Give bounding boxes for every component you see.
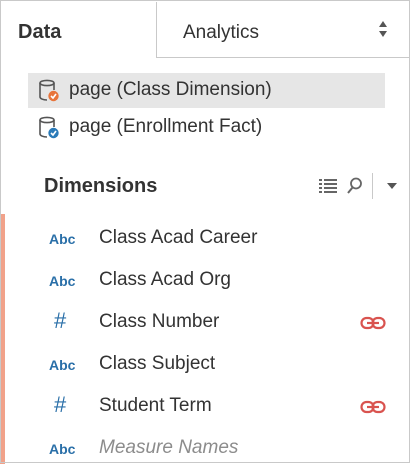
string-type-icon: Abc bbox=[49, 231, 76, 247]
datasource-class-dimension[interactable]: page (Class Dimension) bbox=[28, 73, 385, 108]
field-student-term[interactable]: # Student Term bbox=[5, 385, 405, 427]
search-icon[interactable] bbox=[346, 176, 364, 196]
field-label: Class Acad Career bbox=[99, 227, 258, 248]
number-type-icon: # bbox=[54, 308, 67, 333]
tab-analytics[interactable]: Analytics bbox=[157, 2, 409, 58]
tab-data[interactable]: Data bbox=[2, 2, 157, 58]
dimensions-title: Dimensions bbox=[44, 175, 158, 197]
database-icon bbox=[39, 116, 59, 139]
field-label: Class Acad Org bbox=[99, 269, 231, 290]
field-label: Class Subject bbox=[99, 353, 216, 374]
field-label: Class Number bbox=[99, 311, 220, 332]
link-icon bbox=[360, 316, 386, 330]
number-type-icon: # bbox=[54, 392, 67, 417]
datasource-label: page (Class Dimension) bbox=[69, 79, 272, 100]
string-type-icon: Abc bbox=[49, 357, 76, 373]
database-icon bbox=[39, 79, 59, 102]
field-class-acad-career[interactable]: Abc Class Acad Career bbox=[5, 217, 405, 259]
tab-data-label: Data bbox=[18, 21, 62, 43]
field-class-subject[interactable]: Abc Class Subject bbox=[5, 343, 405, 385]
list-view-icon[interactable] bbox=[318, 178, 338, 194]
string-type-icon: Abc bbox=[49, 273, 76, 289]
pane-tab-bar: Data Analytics bbox=[0, 0, 411, 58]
datasource-label: page (Enrollment Fact) bbox=[69, 116, 263, 137]
field-label: Student Term bbox=[99, 395, 212, 416]
tab-analytics-label: Analytics bbox=[183, 22, 260, 43]
field-class-acad-org[interactable]: Abc Class Acad Org bbox=[5, 259, 405, 301]
dimensions-header: Dimensions bbox=[2, 160, 409, 212]
dropdown-arrow-icon[interactable] bbox=[386, 182, 398, 190]
string-type-icon: Abc bbox=[49, 441, 76, 457]
field-measure-names[interactable]: Abc Measure Names bbox=[5, 427, 405, 464]
link-icon bbox=[360, 400, 386, 414]
updown-arrows-icon[interactable] bbox=[377, 19, 389, 39]
field-class-number[interactable]: # Class Number bbox=[5, 301, 405, 343]
datasource-enrollment-fact[interactable]: page (Enrollment Fact) bbox=[28, 110, 385, 145]
dimensions-field-list: Abc Class Acad Career Abc Class Acad Org… bbox=[0, 214, 411, 464]
data-pane: Data Analytics page (Class Dimension) pa… bbox=[0, 0, 411, 464]
field-label: Measure Names bbox=[99, 437, 239, 458]
header-divider bbox=[372, 173, 373, 199]
